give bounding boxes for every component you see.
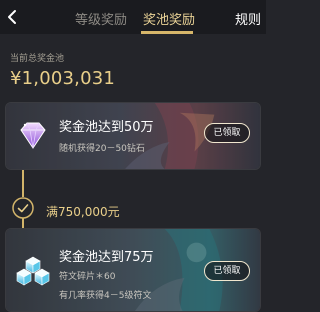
reward-card: 奖金池达到75万 符文碎片＊60 有几率获得4－5级符文 已领取	[5, 228, 261, 312]
pool-amount: ¥1,003,031	[10, 68, 116, 89]
tab-level-rewards[interactable]: 等级奖励	[75, 9, 127, 28]
reward-title: 奖金池达到75万	[59, 250, 154, 265]
rules-button[interactable]: 规则	[235, 9, 261, 28]
tab-pool-rewards[interactable]: 奖池奖励	[143, 9, 195, 28]
active-tab-indicator	[141, 31, 193, 34]
timeline-line	[22, 170, 24, 197]
pool-label: 当前总奖金池	[10, 54, 65, 64]
milestone-label: 满750,000元	[46, 205, 120, 219]
reward-description: 随机获得20－50钻石	[59, 144, 145, 154]
reward-title: 奖金池达到50万	[59, 120, 154, 135]
chevron-left-icon[interactable]	[4, 8, 22, 26]
reward-card: 奖金池达到50万 随机获得20－50钻石 已领取	[5, 102, 261, 170]
reward-description: 有几率获得4－5级符文	[59, 291, 152, 301]
diamond-icon	[20, 122, 46, 149]
rune-crystals-icon	[16, 256, 50, 286]
reward-description: 符文碎片＊60	[59, 272, 116, 282]
top-bar: 等级奖励 奖池奖励 规则	[0, 0, 266, 34]
timeline-line	[22, 218, 24, 228]
claimed-button[interactable]: 已领取	[204, 123, 250, 143]
check-circle-icon	[12, 197, 34, 219]
claimed-button[interactable]: 已领取	[204, 261, 250, 281]
